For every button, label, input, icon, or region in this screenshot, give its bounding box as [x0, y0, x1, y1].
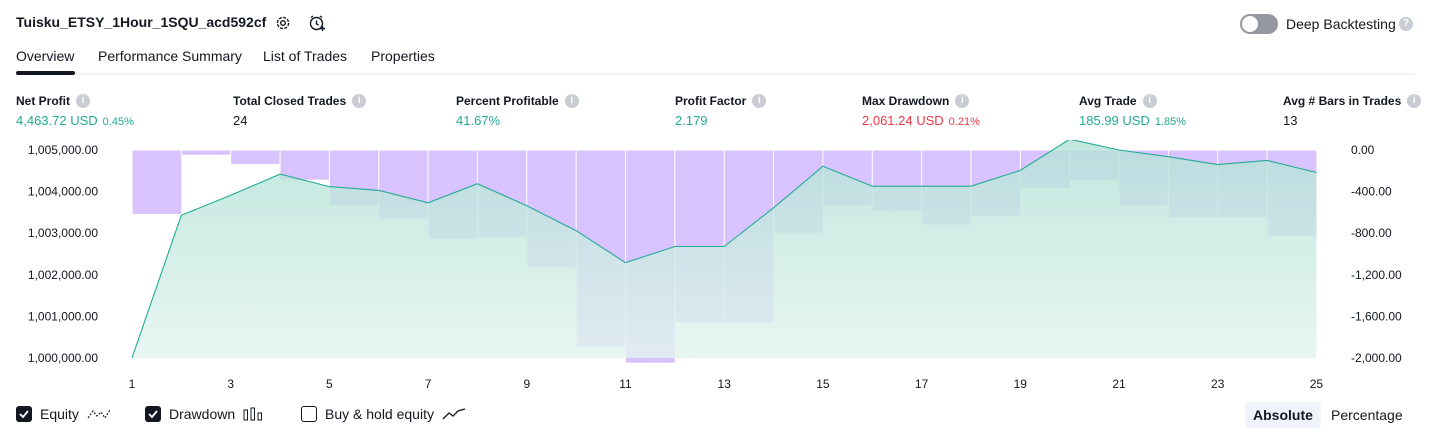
x-tick-label: 9 — [523, 377, 530, 391]
legend-drawdown[interactable]: Drawdown — [145, 404, 263, 424]
metric-value: 185.99 USD — [1079, 113, 1150, 128]
settings-gear-icon[interactable] — [272, 12, 294, 34]
drawdown-bar — [107, 149, 133, 152]
drawdown-bar — [230, 149, 282, 166]
add-alert-clock-icon[interactable] — [306, 12, 328, 34]
drawdown-checkbox[interactable] — [145, 406, 161, 422]
metric-avg-bars-in-trades: Avg # Bars in Trades i 13 — [1283, 94, 1422, 128]
tab-bar: Overview Performance Summary List of Tra… — [16, 48, 1415, 74]
x-tick-label: 23 — [1211, 377, 1225, 391]
info-icon[interactable]: i — [564, 94, 579, 108]
right-tick-label: 0.00 — [1351, 143, 1375, 157]
deep-backtesting-label: Deep Backtesting — [1286, 16, 1396, 32]
info-icon[interactable]: i — [76, 94, 90, 108]
equity-drawdown-chart[interactable]: 1,005,000.00 1,004,000.00 1,003,000.00 1,00… — [0, 140, 1431, 398]
right-tick-label: -1,200.00 — [1351, 268, 1402, 282]
x-tick-label: 3 — [227, 377, 234, 391]
buy-hold-line-icon — [442, 408, 466, 420]
help-icon[interactable]: ? — [1399, 17, 1413, 31]
right-tick-label: -1,600.00 — [1351, 309, 1402, 323]
info-icon[interactable]: i — [955, 94, 970, 108]
tab-performance-summary[interactable]: Performance Summary — [98, 48, 242, 64]
metric-percent: 0.21% — [948, 116, 980, 128]
drawdown-label: Drawdown — [169, 406, 236, 422]
equity-label: Equity — [40, 406, 79, 422]
left-tick-label: 1,004,000.00 — [28, 185, 98, 199]
right-tick-label: -800.00 — [1351, 226, 1392, 240]
metric-avg-trade: Avg Trade i 185.99 USD 1.85% — [1079, 94, 1186, 128]
x-tick-label: 1 — [129, 377, 136, 391]
metric-value: 2.179 — [675, 113, 708, 128]
buy-hold-label: Buy & hold equity — [325, 406, 434, 422]
deep-backtesting-toggle[interactable] — [1240, 14, 1278, 34]
left-tick-label: 1,005,000.00 — [28, 143, 98, 157]
metric-value: 13 — [1283, 113, 1298, 128]
strategy-title: Tuisku_ETSY_1Hour_1SQU_acd592cf — [16, 14, 267, 30]
toggle-knob — [1242, 16, 1258, 32]
drawdown-bars-icon — [243, 407, 263, 421]
metric-label: Total Closed Trades — [233, 94, 347, 108]
right-tick-label: -2,000.00 — [1351, 351, 1402, 365]
metric-total-closed-trades: Total Closed Trades i 24 — [233, 94, 367, 128]
metric-value: 41.67% — [456, 113, 501, 128]
metric-value: 4,463.72 USD — [16, 113, 98, 128]
metric-percent-profitable: Percent Profitable i 41.67% — [456, 94, 579, 128]
metric-percent: 1.85% — [1154, 116, 1187, 128]
metric-max-drawdown: Max Drawdown i 2,061.24 USD 0.21% — [862, 94, 980, 128]
info-icon[interactable]: i — [352, 94, 367, 108]
drawdown-bar — [180, 149, 232, 156]
metric-percent: 0.45% — [102, 116, 134, 128]
left-tick-label: 1,003,000.00 — [28, 226, 98, 240]
absolute-toggle-button[interactable]: Absolute — [1245, 402, 1321, 428]
metric-label: Avg Trade — [1079, 94, 1137, 108]
legend-equity[interactable]: Equity — [16, 404, 111, 424]
left-axis: 1,005,000.00 1,004,000.00 1,003,000.00 1,00… — [28, 143, 98, 365]
x-tick-label: 7 — [425, 377, 432, 391]
x-tick-label: 19 — [1014, 377, 1028, 391]
metric-profit-factor: Profit Factor i 2.179 — [675, 94, 767, 128]
active-tab-indicator — [16, 71, 75, 75]
tab-overview[interactable]: Overview — [16, 48, 74, 64]
right-tick-label: -400.00 — [1351, 185, 1392, 199]
metric-label: Net Profit — [16, 94, 70, 108]
percentage-toggle-button[interactable]: Percentage — [1323, 402, 1411, 428]
equity-checkbox[interactable] — [16, 406, 32, 422]
right-axis: 0.00 -400.00 -800.00 -1,200.00 -1,600.00 -2,0… — [1351, 143, 1402, 365]
tabs-divider — [16, 73, 1415, 75]
x-tick-label: 15 — [816, 377, 830, 391]
metric-value: 24 — [233, 113, 248, 128]
left-tick-label: 1,000,000.00 — [28, 351, 98, 365]
buy-hold-checkbox[interactable] — [301, 406, 317, 422]
x-tick-label: 25 — [1310, 377, 1324, 391]
info-icon[interactable]: i — [1407, 94, 1422, 108]
metric-label: Max Drawdown — [862, 94, 950, 108]
metric-label: Percent Profitable — [456, 94, 559, 108]
tab-list-of-trades[interactable]: List of Trades — [263, 48, 347, 64]
metric-net-profit: Net Profit i 4,463.72 USD 0.45% — [16, 94, 134, 128]
left-tick-label: 1,001,000.00 — [28, 309, 98, 323]
x-tick-label: 5 — [326, 377, 333, 391]
info-icon[interactable]: i — [752, 94, 767, 108]
drawdown-bar — [131, 149, 183, 215]
info-icon[interactable]: i — [1142, 94, 1157, 108]
left-tick-label: 1,002,000.00 — [28, 268, 98, 282]
metric-label: Avg # Bars in Trades — [1283, 94, 1402, 108]
x-tick-label: 13 — [718, 377, 732, 391]
legend-buy-hold-equity[interactable]: Buy & hold equity — [301, 404, 466, 424]
x-tick-label: 21 — [1112, 377, 1126, 391]
equity-line-icon — [87, 409, 111, 420]
x-tick-label: 11 — [619, 377, 632, 391]
metric-label: Profit Factor — [675, 94, 747, 108]
x-tick-label: 17 — [915, 377, 929, 391]
metric-value: 2,061.24 USD — [862, 113, 944, 128]
x-axis: 1 3 5 7 9 11 13 15 17 19 21 23 25 — [129, 377, 1324, 391]
tab-properties[interactable]: Properties — [371, 48, 435, 64]
